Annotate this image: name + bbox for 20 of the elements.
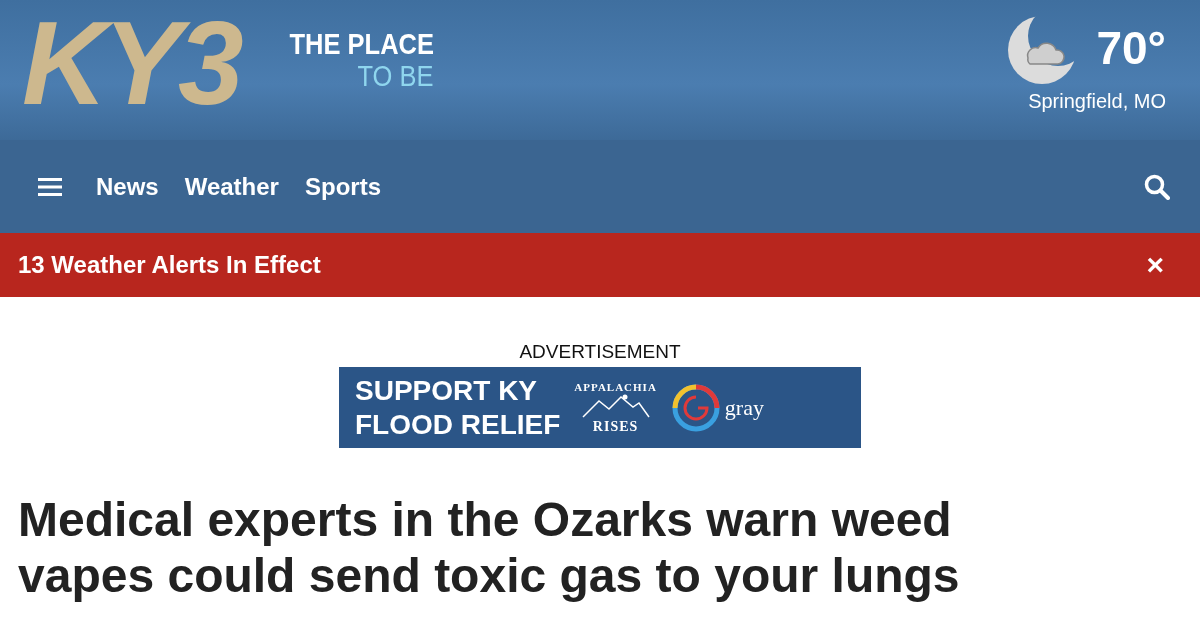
tagline: TO BE (357, 60, 434, 92)
mountains-icon (580, 392, 651, 419)
article-headline: Medical experts in the Ozarks warn weed vapes could send toxic gas to your lungs (18, 492, 961, 604)
temperature[interactable]: 70° (1096, 21, 1166, 75)
ad-brand: gray (724, 394, 764, 421)
advertisement-label: ADVERTISEMENT (519, 341, 681, 363)
weather-alert-link[interactable]: 13 Weather Alerts In Effect (18, 251, 321, 279)
nav-link[interactable]: News (96, 172, 159, 201)
badge-text: APPALACHIA (574, 380, 657, 393)
ad-banner[interactable]: SUPPORT KY FLOOD RELIEF APPALACHIA RISES gray (339, 367, 861, 448)
weather-location[interactable]: Springfield, MO (1028, 90, 1166, 113)
tagline: THE PLACE (289, 28, 434, 60)
ring-logo-icon (670, 382, 721, 433)
badge-text: RISES (592, 418, 639, 435)
close-button[interactable]: × (1146, 248, 1164, 282)
nav-link[interactable]: Sports (304, 172, 381, 201)
search-icon[interactable] (1144, 173, 1170, 200)
ad-headline: SUPPORT KY FLOOD RELIEF (355, 373, 561, 442)
nav-link[interactable]: Weather (184, 172, 279, 201)
menu-icon[interactable] (38, 176, 62, 197)
